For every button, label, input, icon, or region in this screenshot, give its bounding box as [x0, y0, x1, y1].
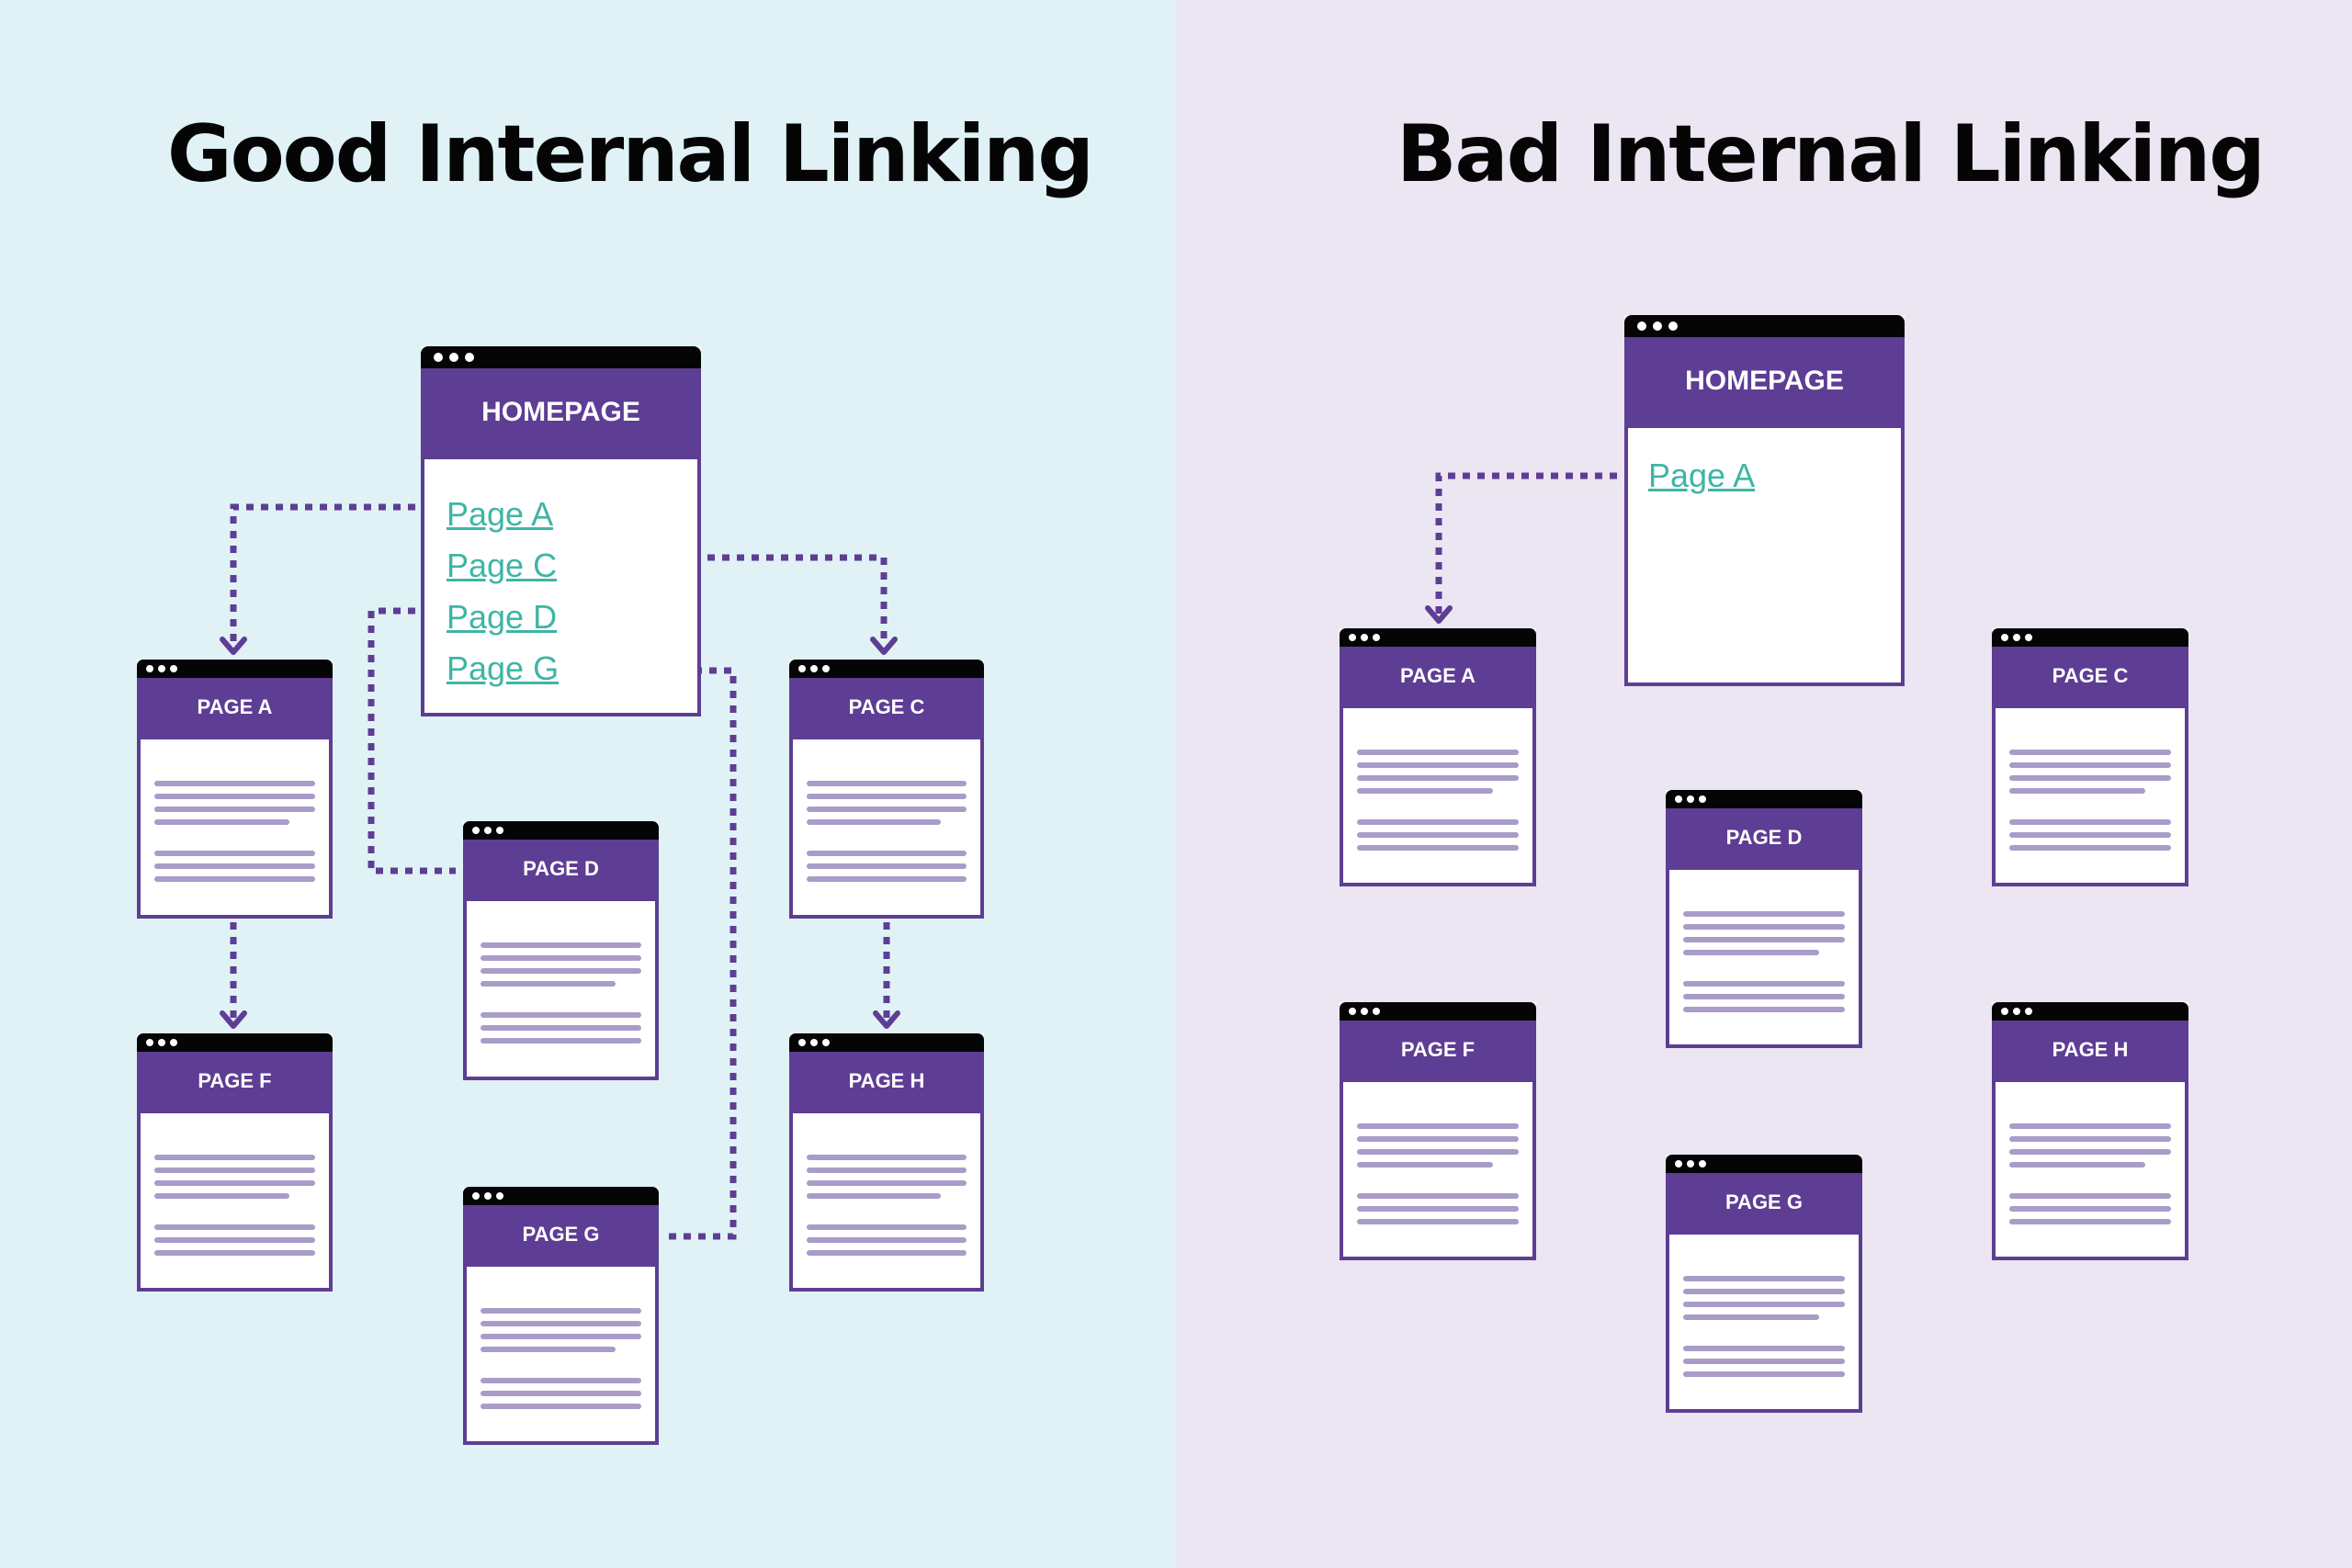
page-title: PAGE A	[137, 678, 333, 737]
browser-bar	[789, 1033, 984, 1052]
browser-bar	[421, 346, 701, 368]
browser-bar	[1340, 628, 1536, 647]
window-dots-icon	[798, 665, 830, 672]
homepage-header: HOMEPAGE	[421, 368, 701, 457]
bad-page-g-card: PAGE G	[1666, 1155, 1862, 1413]
page-body	[137, 1111, 333, 1292]
page-title: PAGE F	[1340, 1021, 1536, 1079]
window-dots-icon	[1675, 795, 1706, 803]
page-body	[1992, 705, 2188, 886]
text-lines	[1357, 750, 1519, 858]
good-page-c-card: PAGE C	[789, 660, 984, 919]
page-title: PAGE A	[1340, 647, 1536, 705]
bad-linking-title: Bad Internal Linking	[1396, 108, 2266, 200]
good-page-h-card: PAGE H	[789, 1033, 984, 1292]
page-body	[1992, 1079, 2188, 1260]
page-title: PAGE H	[1992, 1021, 2188, 1079]
page-body	[1340, 1079, 1536, 1260]
bad-page-c-card: PAGE C	[1992, 628, 2188, 886]
page-title: PAGE F	[137, 1052, 333, 1111]
browser-bar	[1340, 1002, 1536, 1021]
text-lines	[154, 781, 315, 889]
browser-bar	[137, 1033, 333, 1052]
text-lines	[2009, 1123, 2171, 1232]
page-body	[463, 1264, 659, 1445]
text-lines	[1683, 911, 1845, 1020]
page-body	[789, 1111, 984, 1292]
text-lines	[1683, 1276, 1845, 1384]
browser-bar	[1992, 628, 2188, 647]
page-title: PAGE H	[789, 1052, 984, 1111]
bad-page-f-card: PAGE F	[1340, 1002, 1536, 1260]
window-dots-icon	[2001, 634, 2032, 641]
window-dots-icon	[146, 1039, 177, 1046]
page-body	[789, 737, 984, 919]
window-dots-icon	[1349, 1008, 1380, 1015]
browser-bar	[1624, 315, 1905, 337]
page-body	[137, 737, 333, 919]
window-dots-icon	[2001, 1008, 2032, 1015]
page-body	[463, 898, 659, 1080]
homepage-body: Page A	[1624, 425, 1905, 686]
text-lines	[154, 1155, 315, 1263]
good-page-g-card: PAGE G	[463, 1187, 659, 1445]
text-lines	[1357, 1123, 1519, 1232]
homepage-body: Page A Page C Page D Page G	[421, 457, 701, 716]
good-homepage-card: HOMEPAGE Page A Page C Page D Page G	[421, 346, 701, 716]
window-dots-icon	[1637, 321, 1678, 331]
bad-page-d-card: PAGE D	[1666, 790, 1862, 1048]
page-title: PAGE D	[463, 840, 659, 898]
browser-bar	[1992, 1002, 2188, 1021]
window-dots-icon	[1349, 634, 1380, 641]
text-lines	[807, 1155, 967, 1263]
page-title: PAGE G	[463, 1205, 659, 1264]
window-dots-icon	[434, 353, 474, 362]
bad-homepage-card: HOMEPAGE Page A	[1624, 315, 1905, 686]
good-page-d-card: PAGE D	[463, 821, 659, 1080]
page-title: PAGE D	[1666, 808, 1862, 867]
link-page-a[interactable]: Page A	[1648, 450, 1755, 502]
window-dots-icon	[472, 1192, 503, 1200]
homepage-header: HOMEPAGE	[1624, 337, 1905, 425]
page-title: PAGE G	[1666, 1173, 1862, 1232]
browser-bar	[137, 660, 333, 678]
link-page-c[interactable]: Page C	[447, 540, 559, 592]
window-dots-icon	[472, 827, 503, 834]
text-lines	[807, 781, 967, 889]
page-body	[1340, 705, 1536, 886]
good-linking-title: Good Internal Linking	[167, 108, 1094, 200]
bad-page-a-card: PAGE A	[1340, 628, 1536, 886]
text-lines	[2009, 750, 2171, 858]
page-body	[1666, 1232, 1862, 1413]
link-page-g[interactable]: Page G	[447, 643, 559, 694]
browser-bar	[789, 660, 984, 678]
good-page-a-card: PAGE A	[137, 660, 333, 919]
text-lines	[481, 1308, 641, 1416]
window-dots-icon	[1675, 1160, 1706, 1168]
link-page-a[interactable]: Page A	[447, 489, 559, 540]
window-dots-icon	[146, 665, 177, 672]
window-dots-icon	[798, 1039, 830, 1046]
good-page-f-card: PAGE F	[137, 1033, 333, 1292]
bad-page-h-card: PAGE H	[1992, 1002, 2188, 1260]
page-title: PAGE C	[1992, 647, 2188, 705]
browser-bar	[1666, 1155, 1862, 1173]
page-body	[1666, 867, 1862, 1048]
link-page-d[interactable]: Page D	[447, 592, 559, 643]
browser-bar	[463, 1187, 659, 1205]
text-lines	[481, 942, 641, 1051]
browser-bar	[463, 821, 659, 840]
browser-bar	[1666, 790, 1862, 808]
page-title: PAGE C	[789, 678, 984, 737]
